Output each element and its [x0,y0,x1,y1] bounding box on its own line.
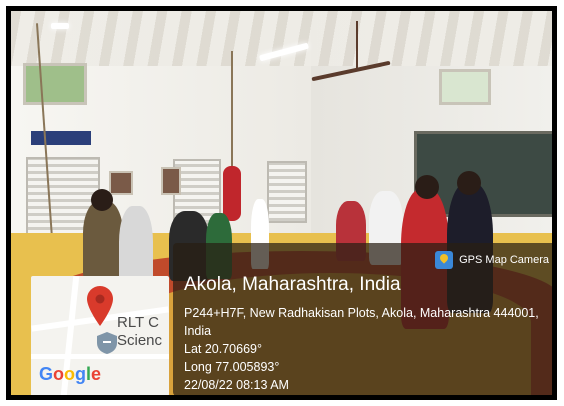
ceiling [11,11,552,66]
photo: RLT C Scienc Google GPS Map Camera Akola… [11,11,552,395]
longitude: Long 77.005893° [184,360,280,374]
ceiling-fan-rod [356,21,358,71]
map-poi-label: Scienc [117,332,163,349]
map-poi-label: RLT C [117,314,159,331]
wall-picture [161,167,181,195]
map-thumbnail: RLT C Scienc Google [31,276,169,395]
window [439,69,491,105]
wrestler-head [457,171,481,195]
tube-light [51,23,69,29]
shield-icon [97,332,117,354]
gps-info-overlay: GPS Map Camera Akola, Maharashtra, India… [173,243,552,395]
photo-frame: RLT C Scienc Google GPS Map Camera Akola… [6,6,557,400]
window [23,63,87,105]
map-pin-icon [87,286,113,326]
wrestler [83,201,123,281]
wall-banner [31,131,91,145]
address-line: P244+H7F, New Radhakisan Plots, Akola, M… [184,306,539,320]
latitude: Lat 20.70669° [184,342,262,356]
gps-map-camera-icon [435,251,454,269]
bag-rope [231,51,233,169]
google-logo: Google [39,364,102,384]
wrestler-head [91,189,113,211]
app-badge: GPS Map Camera [435,249,549,271]
wall-picture [109,171,133,195]
wall-grill [267,161,307,223]
location-title: Akola, Maharashtra, India [184,274,401,295]
datetime: 22/08/22 08:13 AM [184,378,289,392]
app-name: GPS Map Camera [459,254,549,266]
address-line: India [184,324,212,338]
wrestler-head [415,175,439,199]
punching-bag [223,166,241,221]
map-road [31,354,169,359]
